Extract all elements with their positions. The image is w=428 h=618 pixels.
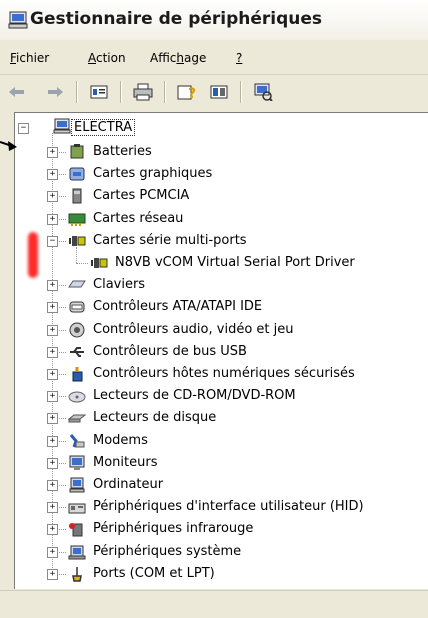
tree-item-label[interactable]: Moniteurs: [93, 455, 157, 470]
expand-icon[interactable]: +: [47, 524, 58, 536]
expand-icon[interactable]: +: [47, 546, 58, 558]
tree-item-label[interactable]: Batteries: [93, 144, 152, 159]
menu-affichage[interactable]: Affichage: [150, 51, 206, 65]
tree-item-label[interactable]: Cartes réseau: [93, 211, 183, 226]
menu-fichier[interactable]: Fichier: [10, 51, 49, 65]
scan-hardware-icon: [254, 83, 273, 101]
annotation-highlight: [28, 232, 38, 278]
menu-help[interactable]: ?: [236, 51, 242, 65]
toolbar-separator: [164, 81, 166, 103]
pcmcia-icon: [72, 188, 82, 204]
back-arrow-icon: [9, 87, 24, 97]
serial-port-icon: [69, 235, 86, 246]
help-icon: ?: [177, 85, 196, 101]
tree-item-label[interactable]: Ordinateur: [93, 477, 163, 492]
expand-icon[interactable]: +: [47, 568, 58, 580]
usb-icon: [70, 346, 84, 357]
expand-icon[interactable]: +: [47, 369, 58, 380]
svg-text:?: ?: [188, 86, 196, 101]
expand-icon[interactable]: +: [47, 413, 58, 425]
tree-item-label[interactable]: Ports (COM et LPT): [93, 566, 215, 581]
tree-item-label[interactable]: Périphériques système: [93, 544, 241, 559]
collapse-icon[interactable]: −: [47, 235, 58, 247]
tree-item-label[interactable]: Claviers: [93, 277, 145, 292]
device-tree[interactable]: − ELECTRA + Batteries + Cartes graphiques + C…: [14, 112, 428, 589]
network-card-icon: [68, 213, 86, 226]
tree-item-label[interactable]: Modems: [93, 433, 148, 448]
expand-icon[interactable]: +: [47, 147, 58, 158]
forward-arrow-icon: [48, 87, 63, 97]
toggle-view-button[interactable]: [206, 81, 232, 103]
expand-icon[interactable]: +: [47, 435, 58, 447]
battery-icon: [70, 144, 84, 159]
toolbar-separator: [76, 81, 78, 103]
title-bar: Gestionnaire de périphériques: [0, 0, 428, 40]
tree-item-label[interactable]: Cartes PCMCIA: [93, 188, 189, 203]
scan-hardware-button[interactable]: [250, 81, 276, 103]
expand-icon[interactable]: +: [47, 346, 58, 358]
expand-icon[interactable]: +: [47, 169, 58, 181]
menu-bar: Fichier Action Affichage ?: [0, 44, 428, 70]
tree-guide-line: [76, 246, 77, 263]
help-button[interactable]: ?: [174, 81, 200, 103]
tree-item-label[interactable]: Contrôleurs ATA/ATAPI IDE: [93, 299, 262, 314]
window-title: Gestionnaire de périphériques: [30, 9, 323, 29]
expand-icon[interactable]: +: [47, 324, 58, 336]
hid-icon: [68, 503, 86, 514]
properties-button[interactable]: [86, 81, 112, 103]
print-icon: [133, 83, 153, 101]
tree-item-label[interactable]: Lecteurs de CD-ROM/DVD-ROM: [93, 388, 296, 403]
computer-icon: [53, 118, 71, 134]
expand-icon[interactable]: +: [47, 502, 58, 514]
tree-item-label[interactable]: Contrôleurs hôtes numériques sécurisés: [93, 366, 355, 381]
computer-small-icon: [69, 477, 85, 493]
properties-icon: [90, 85, 108, 99]
menu-action[interactable]: Action: [88, 51, 126, 65]
expand-icon[interactable]: +: [47, 191, 58, 203]
tree-item-label[interactable]: Périphériques d'interface utilisateur (H…: [93, 499, 364, 514]
infrared-icon: [69, 523, 83, 537]
expand-icon[interactable]: +: [47, 480, 58, 491]
serial-port-icon: [91, 258, 108, 268]
expand-icon[interactable]: +: [47, 391, 58, 403]
expand-icon[interactable]: +: [47, 457, 58, 469]
forward-button[interactable]: [42, 81, 68, 103]
tree-item-label[interactable]: Lecteurs de disque: [93, 410, 216, 425]
tree-item-label[interactable]: Cartes série multi-ports: [93, 233, 247, 248]
collapse-root-icon[interactable]: −: [18, 123, 29, 134]
device-manager-window: Gestionnaire de périphériques Fichier Ac…: [0, 0, 428, 618]
expand-icon[interactable]: +: [47, 302, 58, 314]
tree-item-label[interactable]: Contrôleurs audio, vidéo et jeu: [93, 322, 293, 337]
toolbar-separator: [120, 81, 122, 103]
annotation-arrow: [0, 141, 17, 151]
modem-icon: [69, 433, 85, 448]
expand-icon[interactable]: +: [47, 280, 58, 292]
disk-drive-icon: [68, 414, 86, 423]
tree-guide-line: [76, 263, 88, 264]
port-icon: [72, 566, 82, 582]
toggle-view-icon: [210, 85, 228, 99]
sd-host-icon: [72, 367, 83, 382]
display-adapter-icon: [69, 167, 85, 181]
computer-icon: [8, 11, 28, 29]
expand-icon[interactable]: +: [47, 213, 58, 225]
status-bar: [0, 590, 428, 618]
tree-child-label[interactable]: N8VB vCOM Virtual Serial Port Driver: [115, 255, 355, 270]
toolbar-separator: [240, 81, 242, 103]
toolbar: ?: [0, 74, 428, 111]
system-device-icon: [68, 545, 86, 560]
ide-controller-icon: [69, 301, 85, 313]
tree-item-label[interactable]: Cartes graphiques: [93, 166, 212, 181]
tree-item-label[interactable]: Périphériques infrarouge: [93, 521, 253, 536]
print-button[interactable]: [130, 81, 156, 103]
tree-root-electra[interactable]: ELECTRA: [71, 119, 136, 136]
keyboard-icon: [68, 280, 86, 288]
tree-item-label[interactable]: Contrôleurs de bus USB: [93, 344, 247, 359]
back-button[interactable]: [4, 81, 30, 103]
monitor-icon: [69, 455, 85, 470]
speaker-icon: [69, 322, 85, 338]
cdrom-icon: [68, 391, 86, 403]
